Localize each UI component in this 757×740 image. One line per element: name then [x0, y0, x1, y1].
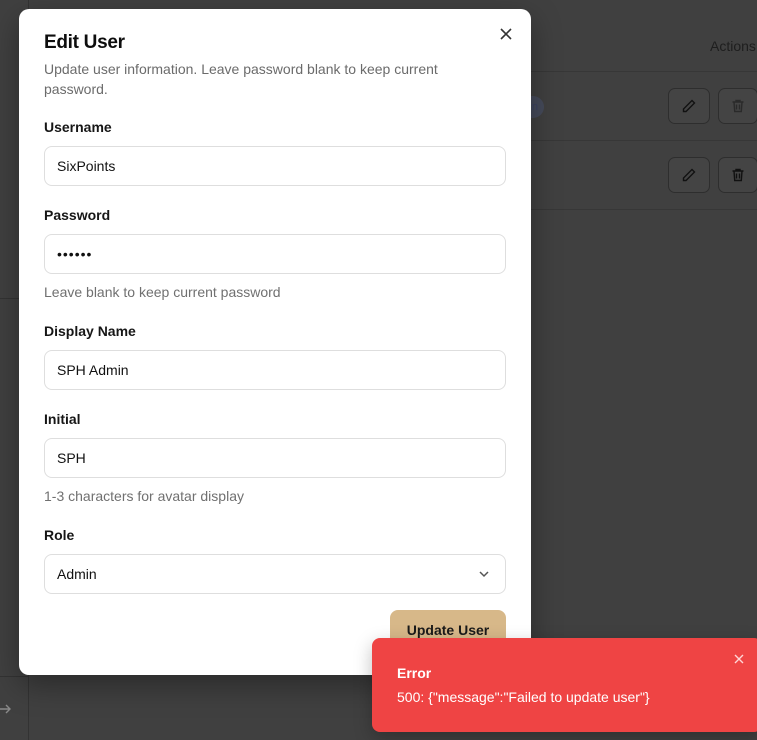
table-row-divider [530, 140, 757, 141]
toast-title: Error [397, 665, 432, 681]
table-header-actions: Actions [710, 38, 756, 54]
username-label: Username [44, 119, 112, 135]
username-field[interactable] [44, 146, 506, 186]
password-hint: Leave blank to keep current password [44, 284, 281, 300]
trash-icon [732, 168, 744, 182]
display-name-label: Display Name [44, 323, 136, 339]
initial-hint: 1-3 characters for avatar display [44, 488, 244, 504]
background-divider [0, 676, 29, 677]
background-user-table: Actions n [514, 0, 757, 211]
password-label: Password [44, 207, 111, 223]
edit-user-button [668, 88, 710, 124]
toast-message: 500: {"message":"Failed to update user"} [397, 689, 650, 705]
dialog-description: Update user information. Leave password … [44, 61, 438, 97]
role-select-value: Admin [57, 566, 97, 582]
edit-user-dialog: Edit User Update user information. Leave… [19, 9, 531, 675]
dialog-title: Edit User [44, 32, 125, 53]
trash-icon [732, 99, 744, 113]
password-field[interactable] [44, 234, 506, 274]
arrow-right-icon [0, 702, 14, 722]
delete-user-button [718, 157, 757, 193]
edit-user-button [668, 157, 710, 193]
role-label: Role [44, 527, 75, 543]
role-select[interactable]: Admin [44, 554, 506, 594]
error-toast: Error 500: {"message":"Failed to update … [372, 638, 757, 732]
initial-field[interactable] [44, 438, 506, 478]
pencil-icon [682, 168, 696, 182]
delete-user-button [718, 88, 757, 124]
pencil-icon [682, 99, 696, 113]
initial-label: Initial [44, 411, 81, 427]
close-icon[interactable] [732, 652, 746, 666]
chevron-down-icon [477, 567, 491, 581]
close-icon[interactable] [497, 25, 515, 43]
display-name-field[interactable] [44, 350, 506, 390]
table-row-divider [530, 71, 757, 72]
table-row-divider [530, 209, 757, 210]
